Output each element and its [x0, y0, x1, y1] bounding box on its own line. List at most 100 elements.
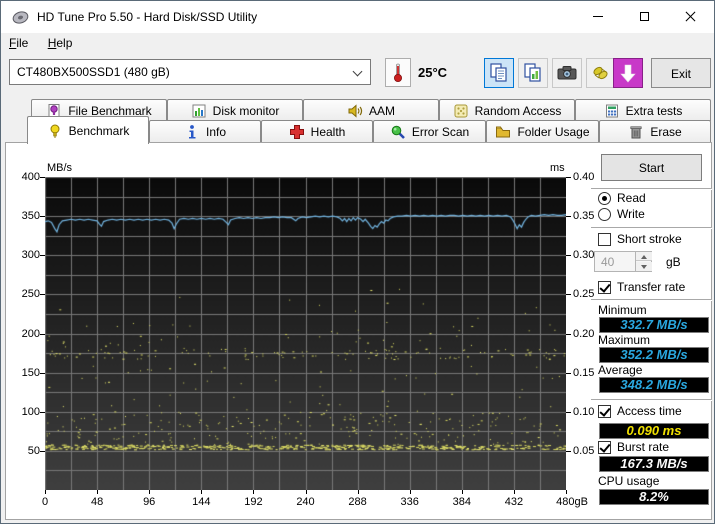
benchmark-icon — [50, 124, 60, 138]
y-right-tick-label: 0.10 — [573, 405, 595, 418]
tick — [201, 490, 203, 494]
access-time-checkbox[interactable]: Access time — [598, 404, 682, 418]
exit-button[interactable]: Exit — [651, 58, 711, 88]
tick — [45, 490, 46, 494]
chevron-down-icon — [352, 66, 363, 77]
tab-aam[interactable]: AAM — [303, 99, 439, 121]
x-tick-label: 432 — [504, 496, 524, 508]
menu-help[interactable]: Help — [40, 33, 81, 50]
tab-label: AAM — [368, 103, 395, 118]
maximize-icon — [639, 11, 649, 21]
spin-down-button[interactable] — [636, 262, 652, 271]
minimum-value: 332.7 MB/s — [599, 317, 709, 333]
menu-file[interactable]: File — [1, 33, 36, 50]
tick — [40, 372, 45, 374]
y-left-tick-label: 250 — [21, 288, 40, 301]
folder-usage-icon — [496, 126, 511, 138]
x-tick-label: 48 — [90, 496, 104, 508]
tab-label: Info — [205, 125, 226, 139]
drive-select[interactable]: CT480BX500SSD1 (480 gB) — [9, 59, 371, 85]
tab-extra-tests[interactable]: Extra tests — [575, 99, 711, 121]
y-left-tick-label: 50 — [27, 444, 40, 457]
y-left-tick-label: 100 — [21, 405, 40, 418]
tab-info[interactable]: Info — [149, 120, 261, 143]
burst-rate-checkbox[interactable]: Burst rate — [598, 440, 669, 454]
share-button[interactable] — [586, 58, 616, 88]
y-right-tick-label: 0.05 — [573, 444, 595, 457]
tick — [305, 490, 307, 494]
aam-icon — [348, 103, 363, 118]
tab-random-access[interactable]: Random Access — [439, 99, 575, 121]
y-left-tick-label: 150 — [21, 366, 40, 379]
tab-erase[interactable]: Erase — [599, 120, 711, 143]
short-stroke-unit: gB — [666, 255, 681, 269]
window-title: HD Tune Pro 5.50 - Hard Disk/SSD Utility — [37, 10, 258, 24]
separator — [591, 399, 712, 401]
y-right-tick-label: 0.35 — [573, 210, 595, 223]
toolbar: CT480BX500SSD1 (480 gB) 25°C Exit — [1, 53, 714, 97]
start-button[interactable]: Start — [601, 154, 702, 181]
short-stroke-size-input[interactable]: 40 — [594, 251, 652, 272]
read-radio[interactable]: Read — [598, 191, 646, 205]
tab-label: Error Scan — [411, 125, 470, 139]
tick — [149, 490, 151, 494]
minimum-label: Minimum — [598, 303, 647, 317]
separator — [591, 188, 712, 190]
spin-up-button[interactable] — [636, 252, 652, 261]
tick — [566, 411, 571, 413]
copy-icon — [490, 63, 507, 82]
benchmark-chart — [45, 177, 566, 490]
camera-icon — [557, 66, 577, 80]
menu-bar: File Help — [1, 33, 714, 53]
x-tick-label: 240 — [296, 496, 315, 508]
transfer-rate-checkbox[interactable]: Transfer rate — [598, 280, 685, 294]
tab-health[interactable]: Health — [261, 120, 373, 143]
tab-benchmark[interactable]: Benchmark — [27, 116, 149, 144]
burst-rate-label: Burst rate — [617, 440, 670, 454]
copy-image-button[interactable] — [518, 58, 548, 88]
y-left-tick-label: 350 — [21, 210, 40, 223]
drive-select-value: CT480BX500SSD1 (480 gB) — [17, 65, 170, 79]
download-button[interactable] — [613, 58, 643, 88]
benchmark-page: MB/s ms 400 350 300 250 200 150 100 50 0.40 0.35 0… — [5, 142, 712, 520]
transfer-rate-label: Transfer rate — [617, 280, 686, 294]
write-radio[interactable]: Write — [598, 207, 645, 221]
minimize-button[interactable] — [575, 1, 621, 31]
health-icon — [289, 125, 304, 139]
tick — [40, 294, 45, 296]
tab-folder-usage[interactable]: Folder Usage — [486, 120, 599, 143]
checkbox-icon — [598, 440, 611, 454]
tab-disk-monitor[interactable]: Disk monitor — [167, 99, 303, 121]
error-scan-icon — [391, 125, 405, 139]
y-right-tick-label: 0.20 — [573, 327, 595, 340]
hd-tune-window: { "window": { "title": "HD Tune Pro 5.50… — [0, 0, 715, 524]
extra-tests-icon — [605, 104, 618, 117]
maximum-label: Maximum — [598, 333, 651, 347]
left-axis-title: MB/s — [47, 162, 73, 174]
tick — [566, 255, 571, 257]
tab-label: Folder Usage — [517, 125, 590, 139]
x-tick-label: 192 — [244, 496, 263, 508]
tick — [253, 490, 255, 494]
y-left-tick-label: 400 — [21, 171, 40, 183]
x-tick-label: 144 — [192, 496, 211, 508]
average-value: 348.2 MB/s — [599, 377, 709, 393]
tab-label: Erase — [650, 125, 682, 139]
tick — [566, 216, 571, 218]
tick — [461, 490, 463, 494]
access-time-value: 0.090 ms — [599, 423, 709, 439]
y-right-tick-label: 0.30 — [573, 249, 595, 262]
copy-button[interactable] — [484, 58, 514, 88]
short-stroke-checkbox[interactable]: Short stroke — [598, 232, 682, 246]
screenshot-button[interactable] — [552, 58, 582, 88]
tick — [566, 333, 571, 335]
close-button[interactable] — [667, 1, 713, 31]
maximize-button[interactable] — [621, 1, 667, 31]
cpu-usage-label: CPU usage — [598, 474, 660, 488]
title-bar: HD Tune Pro 5.50 - Hard Disk/SSD Utility — [1, 1, 714, 33]
write-label: Write — [617, 207, 645, 221]
tick — [40, 216, 45, 218]
tab-error-scan[interactable]: Error Scan — [373, 120, 486, 143]
temperature-button[interactable] — [385, 58, 411, 87]
thermometer-icon — [394, 63, 402, 82]
